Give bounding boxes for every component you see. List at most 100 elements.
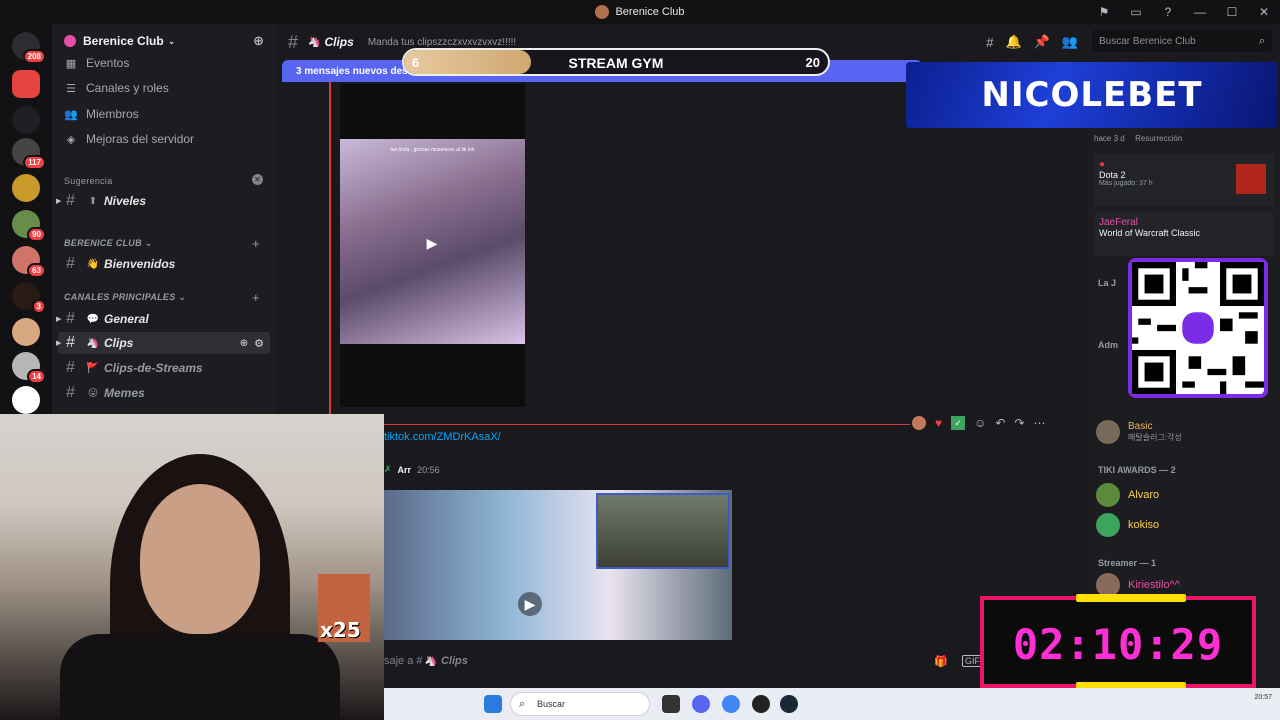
taskbar: ⌕ Buscar 20:57 [384, 688, 1280, 720]
video-embed[interactable]: tan linda , gracias muselasss al tik tok… [340, 84, 525, 407]
member-name: JaeFeral [1099, 217, 1138, 228]
member-row[interactable]: Alvaro [1096, 483, 1159, 507]
nav-members[interactable]: 👥 Miembros [64, 107, 139, 121]
message-author[interactable]: Arr [398, 465, 412, 475]
channel-sidebar: Berenice Club ⌄ ⊕ ▦ Eventos ☰ Canales y ro… [52, 24, 276, 414]
system-clock[interactable]: 20:57 [1254, 692, 1272, 703]
reaction-emoji-icon[interactable] [912, 416, 926, 430]
help-icon[interactable]: ? [1152, 0, 1184, 24]
windows-start-icon[interactable] [484, 695, 502, 713]
server-icon[interactable] [12, 70, 40, 98]
server-icon[interactable] [12, 106, 40, 134]
category-berenice-club[interactable]: BERENICE CLUB ⌄ [64, 238, 153, 249]
category-canales-principales[interactable]: CANALES PRINCIPALES ⌄ [64, 292, 186, 303]
close-button[interactable]: ✕ [1248, 0, 1280, 24]
unread-badge: 208 [22, 49, 46, 64]
sponsor-banner: NICOLEBET [906, 62, 1278, 128]
threads-icon[interactable]: # [986, 35, 993, 50]
qr-code [1128, 258, 1268, 398]
play-icon[interactable]: ▶ [518, 592, 542, 616]
pin-icon[interactable]: 📌 [1034, 34, 1050, 50]
message-link[interactable]: tiktok.com/ZMDrKAsaX/ [384, 431, 501, 443]
invite-user-icon[interactable]: ⊕ [240, 338, 248, 349]
activity-time: hace 3 d [1094, 134, 1125, 143]
heart-icon[interactable]: ♥ [935, 416, 942, 430]
taskbar-search[interactable]: ⌕ Buscar [510, 692, 650, 716]
check-icon[interactable]: ✓ [951, 416, 966, 430]
hash-icon: # [288, 31, 299, 52]
server-icon[interactable]: 117 [12, 138, 46, 170]
forward-icon[interactable]: ↷ [1014, 416, 1024, 430]
message-divider [330, 424, 910, 425]
bell-icon[interactable]: 🔔 [1005, 34, 1021, 50]
server-icon[interactable]: 14 [12, 352, 46, 384]
activity-game: World of Warcraft Classic [1099, 228, 1201, 238]
add-channel-icon[interactable]: + [252, 236, 260, 251]
dota-icon [1236, 164, 1266, 194]
unread-badge: 90 [27, 227, 46, 242]
gear-icon[interactable]: ⚙ [254, 337, 264, 350]
steam-icon[interactable] [780, 695, 798, 713]
activity-card[interactable]: JaeFeral World of Warcraft Classic [1094, 212, 1274, 256]
wave-icon: 👋 [86, 258, 100, 270]
activity-card[interactable]: ● Dota 2 Más jugado: 37 h [1094, 154, 1274, 206]
maximize-button[interactable]: ☐ [1216, 0, 1248, 24]
channel-memes[interactable]: # 😛 Memes [58, 382, 270, 404]
inbox-icon[interactable]: ⚑ [1088, 0, 1120, 24]
server-avatar-icon [595, 5, 610, 19]
discord-icon[interactable] [692, 695, 710, 713]
server-header[interactable]: Berenice Club ⌄ ⊕ [52, 24, 276, 58]
task-view-icon[interactable] [662, 695, 680, 713]
server-icon[interactable]: 3 [12, 282, 46, 314]
close-icon[interactable]: ✕ [252, 174, 263, 185]
channel-general[interactable]: ▶ # 💬 General [56, 308, 270, 330]
add-channel-icon[interactable]: + [252, 290, 260, 305]
channel-topic[interactable]: Manda tus clipszzczxvxvzvxvz!!!!! [368, 37, 516, 48]
member-row[interactable]: kokiso [1096, 513, 1159, 537]
hash-icon: # [66, 359, 75, 376]
channel-clips-de-streams[interactable]: # 🚩 Clips-de-Streams [58, 357, 270, 379]
server-name: Berenice Club [83, 34, 164, 48]
video-embed[interactable]: ▶ [384, 490, 732, 640]
member-group-header: Adm [1098, 340, 1118, 350]
chrome-icon[interactable] [722, 695, 740, 713]
nav-boosts[interactable]: ◈ Mejoras del servidor [64, 132, 194, 146]
members-icon: 👥 [64, 108, 78, 121]
hash-icon: # [66, 192, 75, 209]
mention-highlight [329, 82, 331, 415]
activity-card[interactable]: hace 3 d Resurrección [1094, 128, 1274, 148]
more-icon[interactable]: ⋯ [1034, 416, 1046, 430]
server-icon[interactable]: 90 [12, 210, 46, 242]
members-icon[interactable]: 👥 [1062, 34, 1078, 50]
channel-bienvenidos[interactable]: # 👋 Bienvenidos [58, 253, 270, 275]
gift-icon[interactable]: 🎁 [934, 655, 948, 668]
server-icon[interactable]: 63 [12, 246, 46, 278]
add-reaction-icon[interactable]: ☺ [974, 416, 986, 430]
chevron-right-icon: ▶ [56, 316, 62, 323]
hash-icon: # [66, 310, 75, 327]
app-icon[interactable] [752, 695, 770, 713]
play-icon[interactable]: ▶ [420, 231, 444, 255]
member-name: Kiriestilo^^ [1128, 579, 1180, 591]
server-icon[interactable] [12, 386, 40, 414]
direct-messages-icon[interactable]: 208 [12, 32, 46, 64]
calendar-icon: ▦ [65, 57, 77, 70]
channel-clips[interactable]: ▶ # 🦄 Clips ⊕ ⚙ [56, 332, 270, 354]
member-name: kokiso [1128, 519, 1160, 531]
invite-icon[interactable]: ⊕ [253, 33, 264, 49]
member-group-header: La J [1098, 278, 1117, 288]
nav-events[interactable]: ▦ Eventos [64, 56, 130, 70]
nav-channels-roles[interactable]: ☰ Canales y roles [64, 81, 169, 95]
screen-share-icon[interactable]: ▭ [1120, 0, 1152, 24]
title-bar: Berenice Club ⚑ ▭ ? — ☐ ✕ [0, 0, 1280, 24]
server-icon[interactable] [12, 318, 40, 346]
server-icon[interactable] [12, 174, 40, 202]
search-input[interactable]: Buscar Berenice Club ⌕ [1092, 30, 1272, 52]
chevron-down-icon: ⌄ [167, 35, 176, 46]
channel-niveles[interactable]: ▶ # ⬆ Niveles [56, 190, 270, 212]
message-input[interactable]: saje a # 🦄 Clips 🎁 GIF [384, 646, 1084, 676]
member-row[interactable]: Basic 메탈슬러그:각성 [1096, 420, 1182, 444]
suggestion-label: Sugerencia [64, 176, 113, 186]
reply-icon[interactable]: ↶ [995, 416, 1005, 430]
minimize-button[interactable]: — [1184, 0, 1216, 24]
